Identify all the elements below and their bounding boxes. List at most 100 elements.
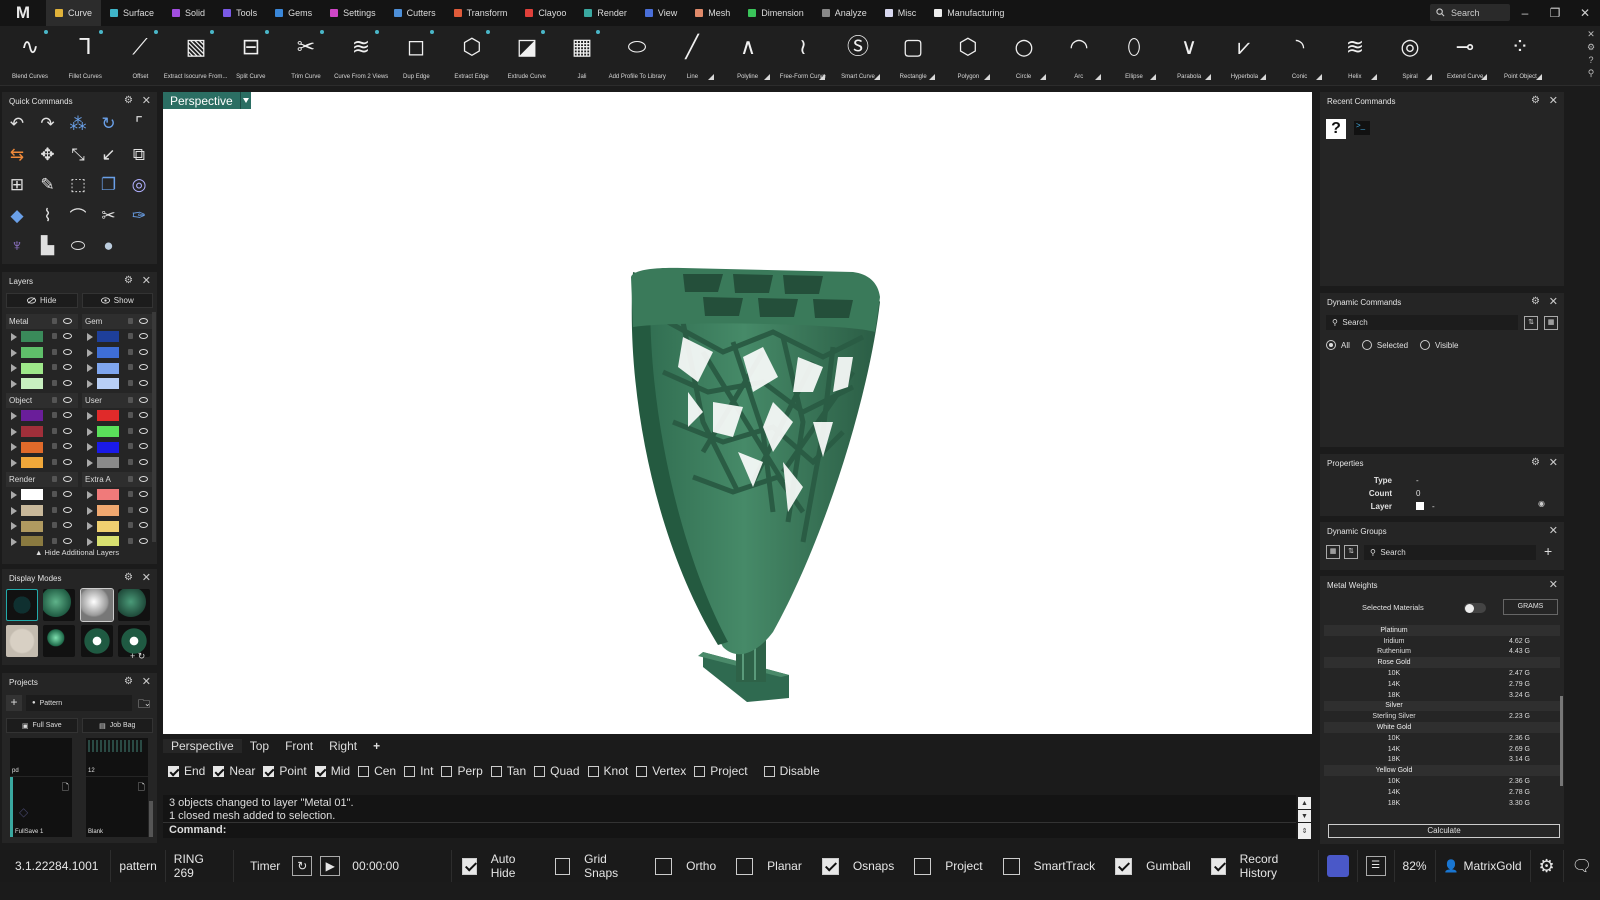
layer-color-swatch[interactable] (21, 489, 43, 501)
calendar-icon[interactable]: ▦ (1544, 316, 1558, 330)
eye-icon[interactable] (63, 348, 72, 355)
snap-mid[interactable]: Mid (314, 764, 350, 778)
view-tab-perspective[interactable]: Perspective (163, 739, 242, 753)
eye-icon[interactable] (139, 333, 148, 339)
helix-tool[interactable]: ≋ Helix (1327, 28, 1383, 84)
rotate-icon[interactable]: ↻ (98, 113, 120, 135)
eye-icon[interactable] (139, 397, 148, 403)
line-tool[interactable]: ╱ Line (664, 28, 720, 84)
checkbox[interactable] (821, 857, 839, 875)
snap-near[interactable]: Near (213, 764, 255, 778)
offset-tool[interactable]: ⟋ Offset (112, 28, 168, 84)
eye-icon[interactable] (63, 412, 72, 418)
layer-group-header[interactable]: Extra A (82, 472, 154, 487)
layer-color-swatch[interactable] (97, 536, 119, 546)
zoom-level[interactable]: 82% (1395, 850, 1436, 882)
lock-icon[interactable] (52, 522, 57, 529)
scroll-down-button[interactable]: ▼ (1298, 810, 1311, 822)
layer-row[interactable] (82, 345, 154, 361)
close-icon[interactable]: ✕ (1549, 456, 1558, 469)
timer-play-button[interactable]: ▶ (316, 850, 344, 882)
polyline-tool[interactable]: ∧ Polyline (720, 28, 776, 84)
lock-icon[interactable] (128, 427, 133, 434)
split-curve-tool[interactable]: ⊟ Split Curve (223, 28, 279, 84)
lock-icon[interactable] (52, 318, 57, 324)
snap-cen[interactable]: Cen (358, 764, 396, 778)
checkbox[interactable] (213, 765, 225, 777)
eye-icon[interactable] (139, 522, 148, 529)
layer-color-swatch[interactable] (21, 410, 43, 422)
layer-color-swatch[interactable] (97, 441, 119, 453)
view-tab-top[interactable]: Top (242, 739, 277, 753)
eye-icon[interactable] (63, 476, 72, 482)
layer-row[interactable] (82, 439, 154, 455)
add-view-tab-button[interactable]: + (365, 739, 388, 753)
technical-mode-thumb[interactable] (6, 625, 38, 657)
gear-icon[interactable]: ⚙ (124, 95, 133, 106)
hide-additional-layers-button[interactable]: ▲ Hide Additional Layers (35, 548, 119, 557)
align-icon[interactable]: ⊞ (6, 174, 28, 196)
checkbox[interactable] (462, 857, 477, 875)
toggle-ortho[interactable]: Ortho (645, 857, 726, 875)
close-icon[interactable]: ✕ (1549, 578, 1558, 591)
expand-arrow-icon[interactable] (87, 364, 93, 373)
expand-arrow-icon[interactable] (87, 427, 93, 436)
menu-tab-curve[interactable]: Curve (46, 0, 102, 26)
lock-icon[interactable] (128, 491, 133, 497)
scroll-stepper[interactable]: ⇕ (1298, 823, 1311, 839)
gear-icon[interactable]: ⚙ (1531, 95, 1540, 106)
expand-arrow-icon[interactable] (11, 490, 17, 499)
snap-knot[interactable]: Knot (587, 764, 628, 778)
layer-color-swatch[interactable] (97, 347, 119, 359)
checkbox[interactable] (263, 765, 275, 777)
checkbox[interactable] (1002, 857, 1020, 875)
global-search[interactable]: Search (1430, 4, 1510, 21)
filter-all[interactable]: All (1326, 340, 1350, 350)
toggle-record-history[interactable]: Record History (1201, 852, 1318, 880)
menu-tab-gems[interactable]: Gems (266, 0, 321, 26)
checkbox[interactable] (1210, 857, 1226, 875)
lock-icon[interactable] (128, 397, 133, 403)
rectangle-tool[interactable]: ▢ Rectangle (885, 28, 941, 84)
lock-icon[interactable] (52, 333, 57, 339)
metal-weights-scrollbar[interactable] (1560, 696, 1563, 786)
layer-row[interactable] (82, 424, 154, 440)
expand-arrow-icon[interactable] (11, 458, 17, 467)
checkbox[interactable] (763, 765, 775, 777)
checkbox[interactable] (534, 765, 546, 777)
gem-icon[interactable]: ◆ (6, 205, 28, 227)
arc-tool[interactable]: ◠ Arc (1051, 28, 1107, 84)
eye-icon[interactable] (139, 318, 148, 324)
lock-icon[interactable] (128, 333, 133, 339)
view-tab-right[interactable]: Right (321, 739, 365, 753)
full-save-button[interactable]: ▣ Full Save (6, 718, 78, 733)
group-icon[interactable]: ⁂ (67, 113, 89, 135)
eye-icon[interactable] (63, 538, 72, 545)
selected-materials-toggle[interactable] (1464, 603, 1486, 613)
chat-button[interactable]: 🗨 (1564, 850, 1600, 882)
polygon-tool[interactable]: ⬡ Polygon (940, 28, 996, 84)
lock-icon[interactable] (52, 506, 57, 513)
snap-int[interactable]: Int (404, 764, 433, 778)
layer-row[interactable] (6, 534, 78, 546)
lock-icon[interactable] (128, 348, 133, 355)
close-button[interactable]: ✕ (1570, 0, 1600, 26)
layer-row[interactable] (6, 518, 78, 534)
snap-end[interactable]: End (168, 764, 205, 778)
expand-arrow-icon[interactable] (11, 522, 17, 531)
toolbar-options[interactable]: ✕ ⚙? ⚲ (1584, 28, 1598, 80)
snap-tan[interactable]: Tan (490, 764, 526, 778)
wireframe-mode-thumb[interactable] (6, 589, 38, 621)
picker-icon[interactable]: ✑ (128, 205, 150, 227)
toggle-auto-hide[interactable]: Auto Hide (452, 852, 545, 880)
arrow-icon[interactable]: ↙ (98, 144, 120, 166)
layer-group-header[interactable]: Gem (82, 314, 154, 329)
eye-icon[interactable]: ◉ (1538, 499, 1545, 508)
lock-icon[interactable] (128, 476, 133, 482)
eye-icon[interactable] (63, 506, 72, 513)
layer-row[interactable] (6, 487, 78, 503)
lock-icon[interactable] (52, 364, 57, 371)
add-display-mode-icon[interactable]: + ↻ (130, 651, 145, 662)
sort-icon[interactable]: ⇅ (1524, 316, 1538, 330)
toggle-smarttrack[interactable]: SmartTrack (993, 857, 1106, 875)
